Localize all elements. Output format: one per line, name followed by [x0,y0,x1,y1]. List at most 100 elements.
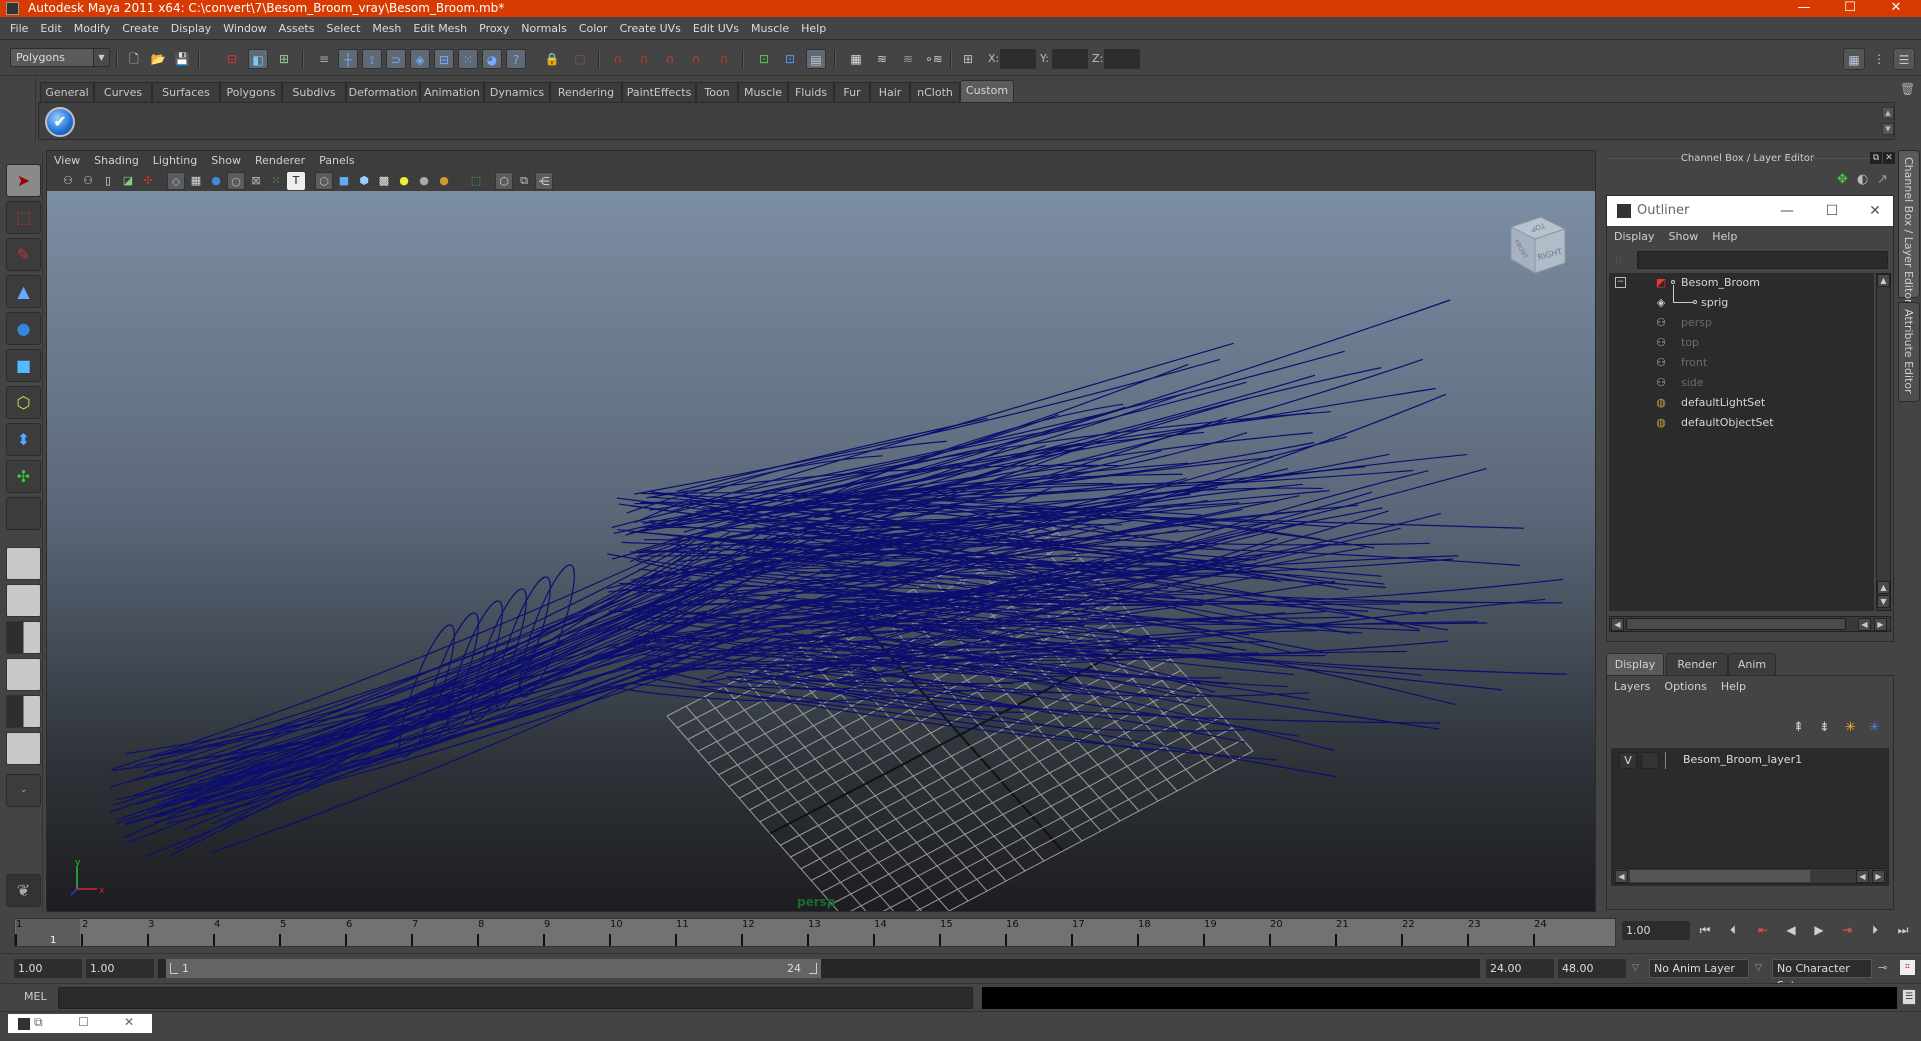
select-by-component-icon[interactable]: ⊞ [274,49,294,69]
outliner-item[interactable]: ◈ sprig [1609,293,1874,313]
select-handles-icon[interactable]: ⁙ [458,49,478,69]
step-back-key-icon[interactable]: ⇤ [1752,921,1774,940]
play-backwards-icon[interactable]: ◀ [1780,921,1802,940]
shelf-tab-painteffects[interactable]: PaintEffects [622,82,696,102]
close-icon[interactable]: ✕ [124,1015,134,1029]
render-settings-icon[interactable]: ∘≋ [924,49,944,69]
viewport-menu-lighting[interactable]: Lighting [146,151,204,171]
outliner-maximize-button[interactable]: ☐ [1812,196,1852,226]
anim-layer-chevron-icon[interactable]: ▽ [1632,963,1639,973]
playback-start-field[interactable]: 1.00 [86,959,154,978]
persp-graph-layout-icon[interactable] [6,658,41,691]
render-view-icon[interactable]: ▤ [806,49,826,69]
history-icon[interactable]: ∩ [608,49,628,69]
auto-key-icon[interactable]: ⊸ [1878,961,1887,974]
hyper-icon[interactable]: ↗ [1877,172,1888,187]
go-to-end-icon[interactable]: ⏭ [1892,921,1914,940]
view-cube[interactable]: TOP FRONT RIGHT [1503,211,1573,281]
shelf-tab-hair[interactable]: Hair [870,82,910,102]
scroll-up-icon[interactable]: ▲ [1877,274,1890,287]
y-field[interactable] [1052,49,1088,69]
hypershade-persp-layout-icon[interactable] [6,695,41,728]
menu-assets[interactable]: Assets [273,17,321,40]
scroll-left-icon[interactable]: ◀ [1858,618,1871,631]
anim-layer-dropdown[interactable]: No Anim Layer [1649,959,1749,978]
minimized-window[interactable]: ⧉ ☐ ✕ [8,1014,152,1033]
snap-view-plane-icon[interactable]: ◈ [410,49,430,69]
close-button[interactable]: ✕ [1873,0,1919,17]
highlight-selection-icon[interactable]: ⬚ [570,49,590,69]
speed-icon[interactable]: ◐ [1857,172,1868,187]
scroll-left-icon[interactable]: ◀ [1856,870,1869,883]
menu-edit-uvs[interactable]: Edit UVs [687,17,745,40]
range-start-handle[interactable] [170,963,178,974]
shelf-tab-rendering[interactable]: Rendering [550,82,622,102]
drag-handle-right[interactable] [1800,158,1870,161]
construction-history-icon[interactable]: ∩ [686,49,706,69]
output-connections-icon[interactable]: ⊡ [780,49,800,69]
single-perspective-layout-icon[interactable] [6,547,41,580]
select-camera-icon[interactable]: ⚇ [59,172,77,190]
outliner-vertical-scrollbar[interactable]: ▲ ▲ ▼ [1876,273,1891,611]
scroll-down-icon[interactable]: ▼ [1877,595,1890,608]
xray-icon[interactable]: ⬡ [495,172,513,190]
outliner-item[interactable]: ◩ Besom_Broom [1609,273,1874,293]
ipr-icon[interactable]: ≋ [898,49,918,69]
film-gate-icon[interactable]: ▦ [187,172,205,190]
shelf-tab-subdivs[interactable]: Subdivs [282,82,346,102]
outliner-item[interactable]: ⚇ front [1609,353,1874,373]
new-layer-icon[interactable]: ✳ [1845,720,1856,735]
viewport-menu-show[interactable]: Show [204,151,248,171]
trash-icon[interactable]: 🗑 [1900,82,1915,96]
field-chart-icon[interactable]: ⊠ [247,172,265,190]
move-layer-down-icon[interactable]: ⇟ [1819,720,1830,735]
input-connections-icon[interactable]: ⊡ [754,49,774,69]
checkmark-icon[interactable]: ✔ [45,107,75,137]
menu-normals[interactable]: Normals [515,17,573,40]
save-scene-icon[interactable]: 💾 [172,49,192,69]
persp-graph-outliner-layout-icon[interactable] [6,732,41,765]
layer-tab-render[interactable]: Render [1666,653,1728,675]
outliner-horizontal-scrollbar[interactable]: ◀ ◀ ▶ [1609,616,1891,632]
rotate-tool-icon[interactable]: ● [6,312,41,345]
move-layer-up-icon[interactable]: ⇞ [1793,720,1804,735]
shelf-tab-polygons[interactable]: Polygons [220,82,282,102]
select-by-hierarchy-icon[interactable]: ⊡ [222,49,242,69]
high-quality-icon[interactable]: ● [435,172,453,190]
render-current-frame-icon[interactable]: ▦ [846,49,866,69]
menu-mesh[interactable]: Mesh [366,17,407,40]
outliner-close-button[interactable]: ✕ [1855,196,1895,226]
soft-modification-icon[interactable]: ⬍ [6,423,41,456]
minimize-button[interactable]: — [1781,0,1827,17]
shelf-handle[interactable] [14,78,36,142]
range-end-handle[interactable] [809,963,817,974]
range-slider-track[interactable]: 1 24 [158,959,1480,978]
range-slider-bar[interactable]: 1 24 [166,959,821,978]
restore-icon[interactable]: ⧉ [34,1015,43,1030]
channel-box-toggle-icon[interactable]: ☰ [1893,48,1915,70]
safe-title-icon[interactable]: T [287,172,305,190]
xray-joints-icon[interactable]: ⧉ [515,172,533,190]
layer-row[interactable]: V Besom_Broom_layer1 [1615,751,1885,771]
textured-icon[interactable]: ▩ [375,172,393,190]
shelf-tab-ncloth[interactable]: nCloth [910,82,960,102]
character-set-chevron-icon[interactable]: ▽ [1755,963,1762,973]
time-slider-track[interactable]: 1 2 3 4 5 6 7 8 9 10 11 12 13 14 15 16 17 18 19 20 21 22 23 24 … [14,918,1616,947]
last-tool-slot[interactable] [6,497,41,530]
shelf-tab-toon[interactable]: Toon [696,82,738,102]
maximize-button[interactable]: ☐ [1827,0,1873,17]
filter-icon[interactable]: ⁞⁞ [1615,253,1622,266]
menu-edit[interactable]: Edit [34,17,67,40]
two-d-pan-zoom-icon[interactable]: ✣ [139,172,157,190]
shelf-tab-fluids[interactable]: Fluids [788,82,834,102]
menu-window[interactable]: Window [217,17,272,40]
viewport-menu-view[interactable]: View [47,151,87,171]
scroll-right-icon[interactable]: ▶ [1874,618,1887,631]
snap-together-icon[interactable]: ∩ [714,49,734,69]
viewport-menu-renderer[interactable]: Renderer [248,151,312,171]
playback-end-field[interactable]: 24.00 [1486,959,1554,978]
more-layouts-icon[interactable]: ⌄ [6,774,41,807]
menu-display[interactable]: Display [165,17,218,40]
isolate-select-icon[interactable]: ⬚ [467,172,485,190]
input-mode-icon[interactable]: ⊞ [958,49,978,69]
